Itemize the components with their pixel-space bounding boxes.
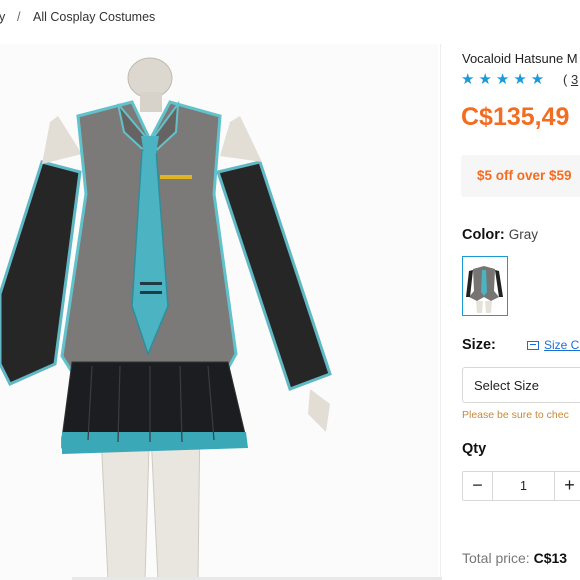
- promo-text: $5 off over $59: [477, 168, 572, 183]
- breadcrumb-separator: /: [17, 10, 21, 24]
- qty-plus-button[interactable]: +: [554, 472, 580, 500]
- breadcrumb-item-current[interactable]: All Cosplay Costumes: [33, 10, 155, 24]
- color-swatch-gray[interactable]: [462, 256, 508, 316]
- size-select[interactable]: Select Size: [462, 367, 580, 403]
- costume-illustration: [0, 44, 438, 580]
- total-price: Total price: C$13: [462, 550, 567, 566]
- color-heading: Color: Gray: [462, 227, 538, 243]
- review-count-link[interactable]: ( 3: [563, 72, 578, 87]
- product-price: C$135,49: [461, 103, 570, 131]
- breadcrumb-item-prev[interactable]: y: [0, 10, 5, 24]
- color-label: Color:: [462, 227, 505, 243]
- size-warning: Please be sure to chec: [462, 409, 569, 421]
- review-count-number: 3: [570, 72, 579, 87]
- size-select-placeholder: Select Size: [474, 378, 540, 393]
- product-main-image[interactable]: [0, 44, 438, 580]
- size-chart-link[interactable]: Size Cl: [527, 338, 580, 352]
- size-label: Size:: [462, 337, 496, 353]
- ruler-icon: [527, 341, 539, 351]
- column-divider: [440, 44, 441, 580]
- color-value: Gray: [508, 227, 538, 242]
- review-count-open: (: [563, 72, 571, 87]
- qty-minus-button[interactable]: −: [463, 472, 493, 500]
- total-price-label: Total price:: [462, 550, 534, 566]
- swatch-thumbnail: [463, 257, 506, 314]
- breadcrumb: y / All Cosplay Costumes: [0, 0, 580, 36]
- qty-input[interactable]: 1: [494, 472, 553, 500]
- promo-banner[interactable]: $5 off over $59: [461, 155, 580, 197]
- quantity-stepper: − 1 +: [462, 471, 580, 501]
- qty-label: Qty: [462, 441, 487, 457]
- product-title: Vocaloid Hatsune M: [462, 51, 578, 66]
- total-price-value: C$13: [533, 550, 568, 566]
- size-chart-text: Size Cl: [544, 338, 580, 352]
- rating-stars-icon: ★★★★★: [461, 71, 549, 88]
